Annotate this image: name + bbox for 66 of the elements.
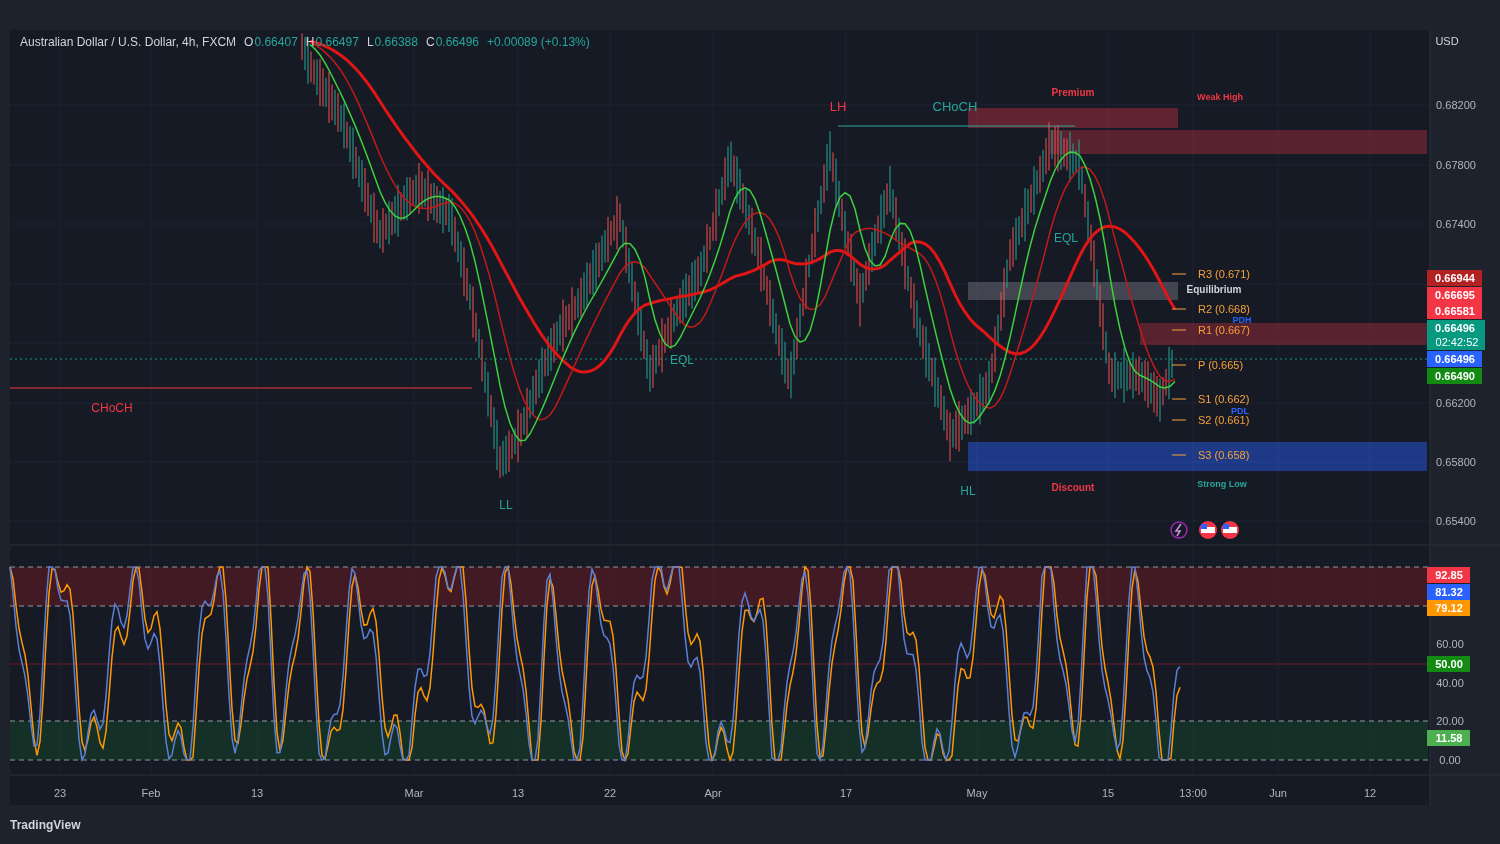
price-tick: 0.68200 bbox=[1436, 99, 1476, 111]
time-tick: 13 bbox=[250, 787, 264, 799]
time-tick: 13 bbox=[511, 787, 525, 799]
flag-icon[interactable] bbox=[1221, 521, 1239, 539]
chart-annotation: PDH bbox=[1232, 315, 1252, 325]
pivot-level: S2 (0.661) bbox=[1171, 414, 1250, 426]
chart-annotation: Premium bbox=[1051, 87, 1095, 98]
pivot-level: P (0.665) bbox=[1171, 359, 1244, 371]
chart-annotation: Strong Low bbox=[1197, 479, 1247, 489]
pivot-level: S1 (0.662) bbox=[1171, 393, 1250, 405]
tradingview-logo[interactable]: TradingView bbox=[10, 817, 81, 832]
pivot-level: R3 (0.671) bbox=[1171, 268, 1250, 280]
price-tag: 0.66496 bbox=[1427, 351, 1482, 367]
ohlc-value: C0.66496 bbox=[425, 35, 479, 49]
time-tick: 13:00 bbox=[1179, 787, 1207, 799]
price-tag: 0.66581 bbox=[1427, 303, 1482, 319]
chart-annotation: PDL bbox=[1231, 406, 1249, 416]
price-tag: 0.66695 bbox=[1427, 287, 1482, 303]
time-tick: May bbox=[966, 787, 988, 799]
time-tick: 17 bbox=[839, 787, 853, 799]
ohlc-value: H0.66497 bbox=[305, 35, 359, 49]
price-tag: 0.66490 bbox=[1427, 368, 1482, 384]
time-tick: Feb bbox=[141, 787, 161, 799]
chart-annotation: CHoCH bbox=[91, 401, 133, 415]
oscillator-tick: 0.00 bbox=[1439, 754, 1461, 766]
price-tick: 0.66200 bbox=[1436, 397, 1476, 409]
chart-annotation: Weak High bbox=[1197, 92, 1243, 102]
oscillator-tag: 92.85 bbox=[1427, 567, 1470, 583]
oscillator-tag: 81.32 bbox=[1427, 584, 1470, 600]
chart-annotation: EQL bbox=[1054, 231, 1078, 245]
oscillator-tick: 60.00 bbox=[1436, 638, 1464, 650]
chart-annotation: HL bbox=[960, 484, 976, 498]
price-tag: 0.66496 02:42:52 bbox=[1427, 320, 1485, 350]
flag-icon[interactable] bbox=[1199, 521, 1217, 539]
price-tick: 0.67800 bbox=[1436, 159, 1476, 171]
pivot-level: R1 (0.667) bbox=[1171, 324, 1250, 336]
oscillator-tag: 50.00 bbox=[1427, 656, 1470, 672]
time-tick: 22 bbox=[603, 787, 617, 799]
chart-annotation: CHoCH bbox=[932, 99, 978, 114]
price-change: +0.00089 (+0.13%) bbox=[487, 35, 590, 49]
price-tick: 0.67400 bbox=[1436, 218, 1476, 230]
oscillator-tag: 11.58 bbox=[1427, 730, 1470, 746]
chart-annotation: LH bbox=[829, 99, 847, 114]
oscillator-tick: 40.00 bbox=[1436, 677, 1464, 689]
pivot-level: S3 (0.658) bbox=[1171, 449, 1250, 461]
time-tick: Apr bbox=[704, 787, 722, 799]
symbol-title: Australian Dollar / U.S. Dollar, 4h, FXCM bbox=[20, 35, 237, 49]
currency-label: USD bbox=[1435, 35, 1459, 47]
time-tick: 23 bbox=[53, 787, 67, 799]
chart-annotation: EQL bbox=[670, 353, 694, 367]
lightning-icon[interactable] bbox=[1170, 521, 1188, 539]
price-tag: 0.66944 bbox=[1427, 270, 1482, 286]
price-tick: 0.65400 bbox=[1436, 515, 1476, 527]
pivot-level: R2 (0.668) bbox=[1171, 303, 1250, 315]
price-tick: 0.65800 bbox=[1436, 456, 1476, 468]
time-tick: Jun bbox=[1269, 787, 1287, 799]
chart-annotation: Discount bbox=[1051, 482, 1095, 493]
oscillator-tag: 79.12 bbox=[1427, 600, 1470, 616]
time-tick: Mar bbox=[404, 787, 424, 799]
time-tick: 12 bbox=[1363, 787, 1377, 799]
chart-annotation: LL bbox=[499, 498, 513, 512]
ohlc-value: O0.66407 bbox=[244, 35, 298, 49]
time-tick: 15 bbox=[1101, 787, 1115, 799]
chart-annotation: Equilibrium bbox=[1186, 284, 1242, 295]
oscillator-tick: 20.00 bbox=[1436, 715, 1464, 727]
ohlc-value: L0.66388 bbox=[366, 35, 418, 49]
